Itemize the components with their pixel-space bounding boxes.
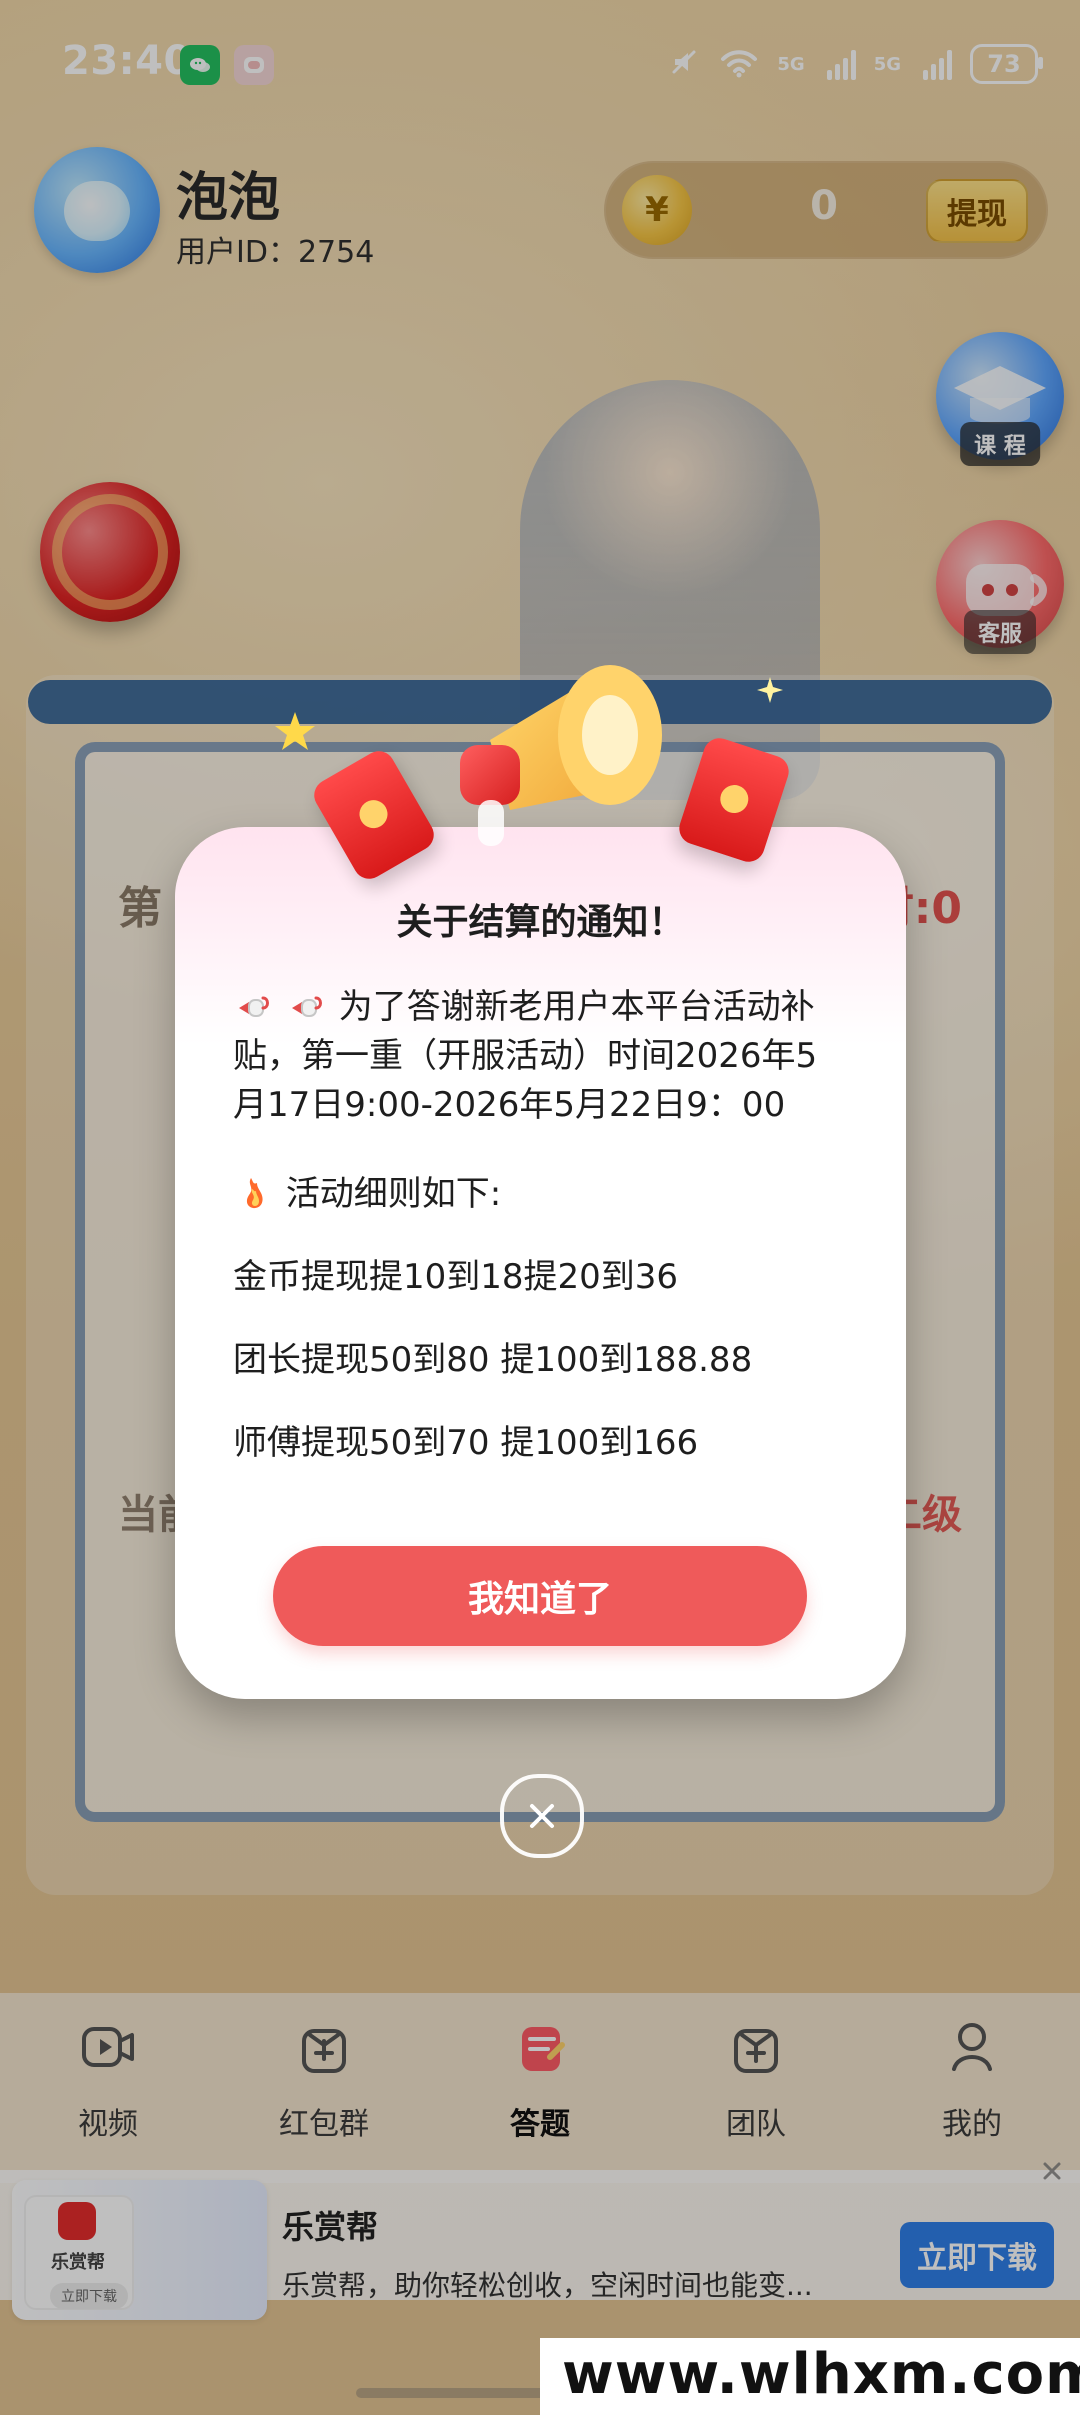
watermark-text: www.wlhxm.com <box>562 2342 1080 2407</box>
rules-heading: 活动细则如下: <box>233 1170 848 1219</box>
sparkle-icon <box>755 675 785 709</box>
rule-3: 师傅提现50到70 提100到166 <box>233 1423 699 1463</box>
acknowledge-button[interactable]: 我知道了 <box>273 1546 807 1646</box>
modal-title: 关于结算的通知！ <box>396 902 685 943</box>
megaphone-emoji-icon <box>233 988 269 1024</box>
modal-paragraph-1: 为了答谢新老用户本平台活动补贴，第一重（开服活动）时间2026年5月17日9:0… <box>233 983 848 1130</box>
close-button[interactable] <box>500 1774 584 1858</box>
rule-2: 团长提现50到80 提100到188.88 <box>233 1340 753 1380</box>
fire-icon <box>233 1175 269 1211</box>
modal-body: 为了答谢新老用户本平台活动补贴，第一重（开服活动）时间2026年5月17日9:0… <box>233 983 848 1468</box>
close-icon <box>530 1804 554 1828</box>
rules-heading-text: 活动细则如下: <box>285 1174 502 1214</box>
star-icon <box>270 708 320 762</box>
rule-1: 金币提现提10到18提20到36 <box>233 1257 679 1297</box>
settlement-notice-modal: 关于结算的通知！ 为了答谢新老用户本平台活动补贴，第一重（开服活动）时间2026… <box>175 827 906 1699</box>
megaphone-emoji-icon-2 <box>286 988 322 1024</box>
megaphone-icon <box>420 610 690 860</box>
